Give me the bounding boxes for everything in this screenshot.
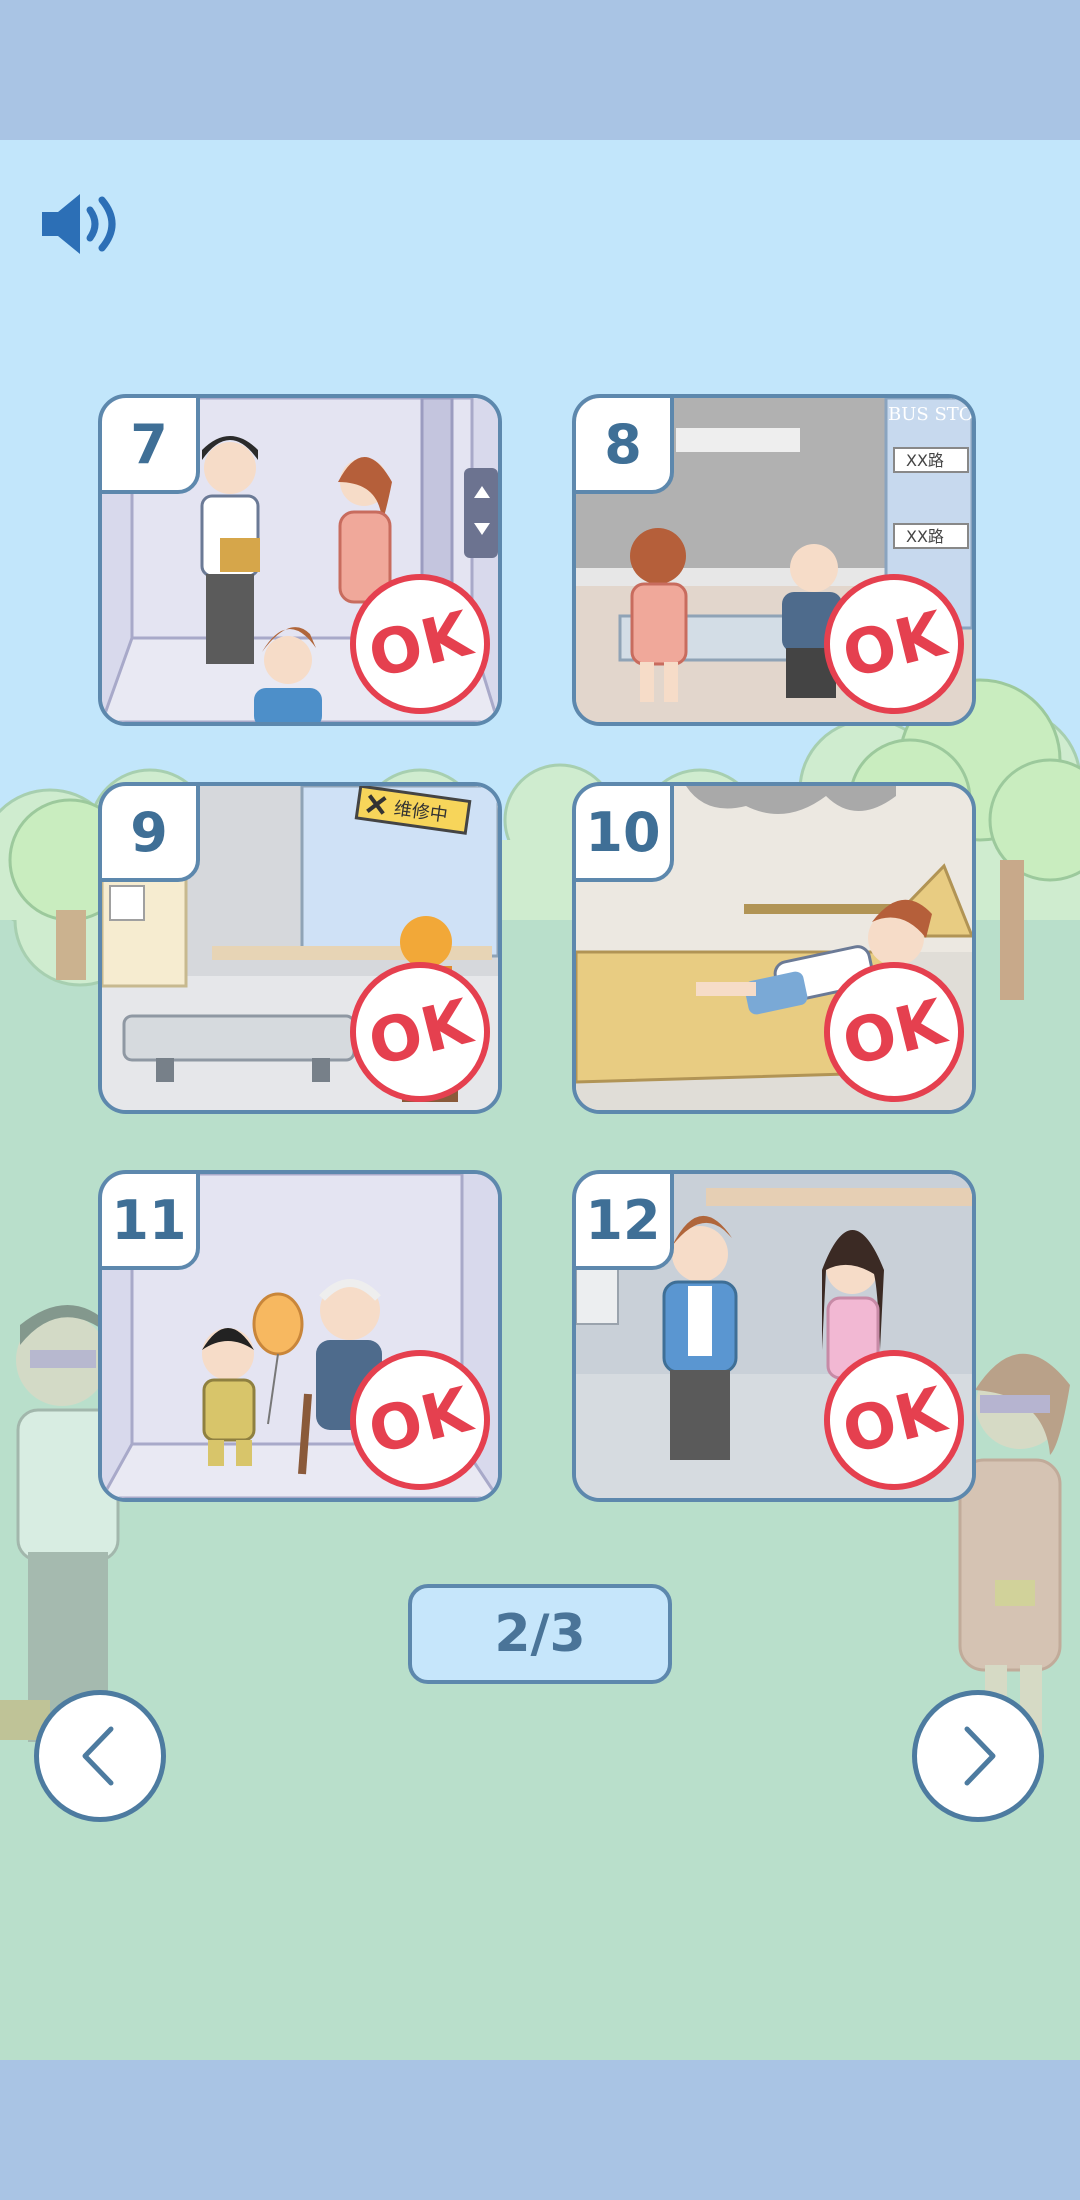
level-number: 11 <box>102 1174 200 1270</box>
page-indicator: 2/3 <box>408 1584 672 1684</box>
level-card-7[interactable]: 7 OK <box>98 394 502 726</box>
chevron-right-icon <box>964 1726 996 1786</box>
level-card-9[interactable]: 维修中 9 OK <box>98 782 502 1114</box>
sound-toggle-button[interactable] <box>38 188 122 260</box>
chevron-left-icon <box>82 1726 114 1786</box>
level-card-8[interactable]: BUS STO XX路 XX路 8 OK <box>572 394 976 726</box>
game-screen: 7 OK BUS STO XX路 XX路 8 OK 维修中 9 OK 10 OK… <box>0 140 1080 2060</box>
level-number: 9 <box>102 786 200 882</box>
level-card-12[interactable]: 12 OK <box>572 1170 976 1502</box>
level-card-11[interactable]: 11 OK <box>98 1170 502 1502</box>
level-card-10[interactable]: 10 OK <box>572 782 976 1114</box>
speaker-icon <box>42 194 116 254</box>
bus-stop-sign: BUS STO <box>888 404 972 425</box>
level-number: 12 <box>576 1174 674 1270</box>
level-number: 10 <box>576 786 674 882</box>
road-sign-1: XX路 <box>906 451 944 470</box>
level-number: 8 <box>576 398 674 494</box>
level-number: 7 <box>102 398 200 494</box>
top-band <box>0 0 1080 140</box>
road-sign-2: XX路 <box>906 527 944 546</box>
bottom-band <box>0 2060 1080 2200</box>
previous-page-button[interactable] <box>34 1690 166 1822</box>
next-page-button[interactable] <box>912 1690 1044 1822</box>
